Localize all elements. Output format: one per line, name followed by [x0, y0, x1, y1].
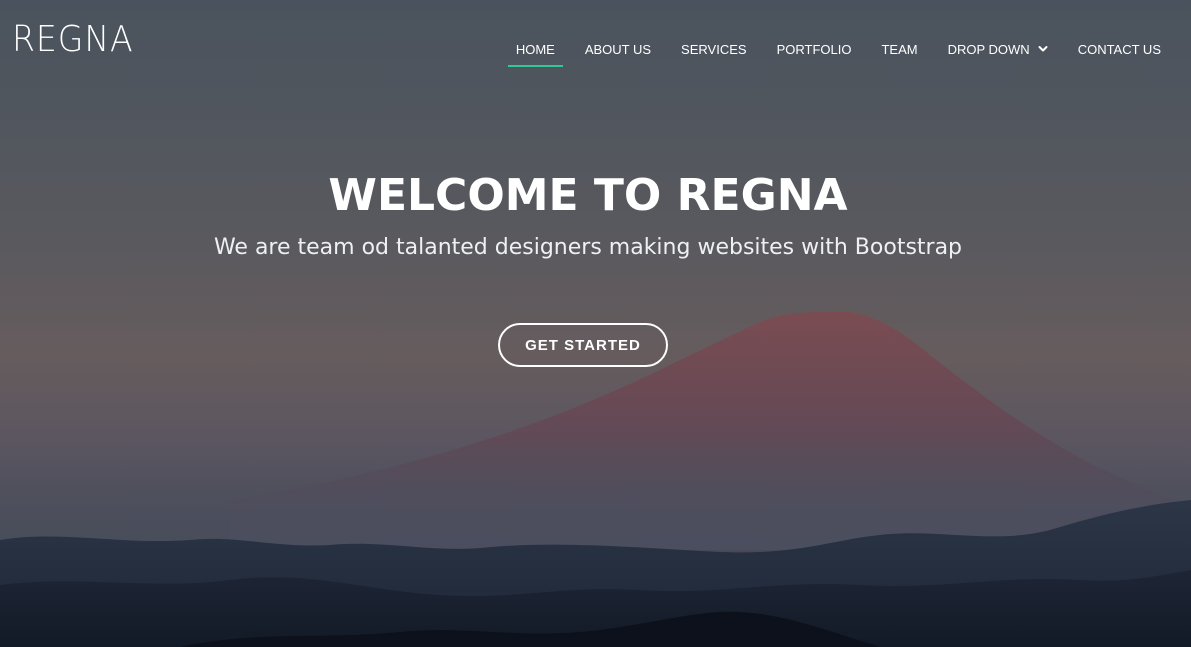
hero-title: WELCOME TO REGNA — [328, 170, 848, 221]
site-logo[interactable]: REGNA — [12, 22, 134, 58]
get-started-button[interactable]: GET STARTED — [498, 323, 668, 367]
nav-item-contact-us-label: CONTACT US — [1077, 42, 1161, 57]
nav-item-team-label: TEAM — [881, 42, 918, 57]
nav-item-portfolio-label: PORTFOLIO — [776, 42, 852, 57]
nav-item-services-label: SERVICES — [681, 42, 747, 57]
nav-item-home[interactable]: HOME — [507, 40, 563, 67]
nav-item-services[interactable]: SERVICES — [681, 40, 747, 67]
nav-item-drop-down-label: DROP DOWN — [947, 42, 1030, 57]
hero-subtitle: We are team od talanted designers making… — [213, 235, 963, 260]
chevron-down-icon — [1038, 45, 1048, 51]
nav-item-contact-us[interactable]: CONTACT US — [1078, 40, 1161, 67]
nav-item-about-us[interactable]: ABOUT US — [585, 40, 651, 67]
nav-item-about-us-label: ABOUT US — [584, 42, 652, 57]
nav-item-home-label: HOME — [515, 42, 555, 57]
nav-item-portfolio[interactable]: PORTFOLIO — [777, 40, 852, 67]
hero-content: WELCOME TO REGNA We are team od talanted… — [0, 168, 1191, 266]
nav-item-drop-down[interactable]: DROP DOWN — [948, 40, 1048, 67]
nav-item-team[interactable]: TEAM — [881, 40, 917, 67]
main-navigation: HOME ABOUT US SERVICES PORTFOLIO TEAM DR… — [486, 40, 1161, 67]
site-header: REGNA HOME ABOUT US SERVICES PORTFOLIO T… — [0, 0, 1191, 96]
